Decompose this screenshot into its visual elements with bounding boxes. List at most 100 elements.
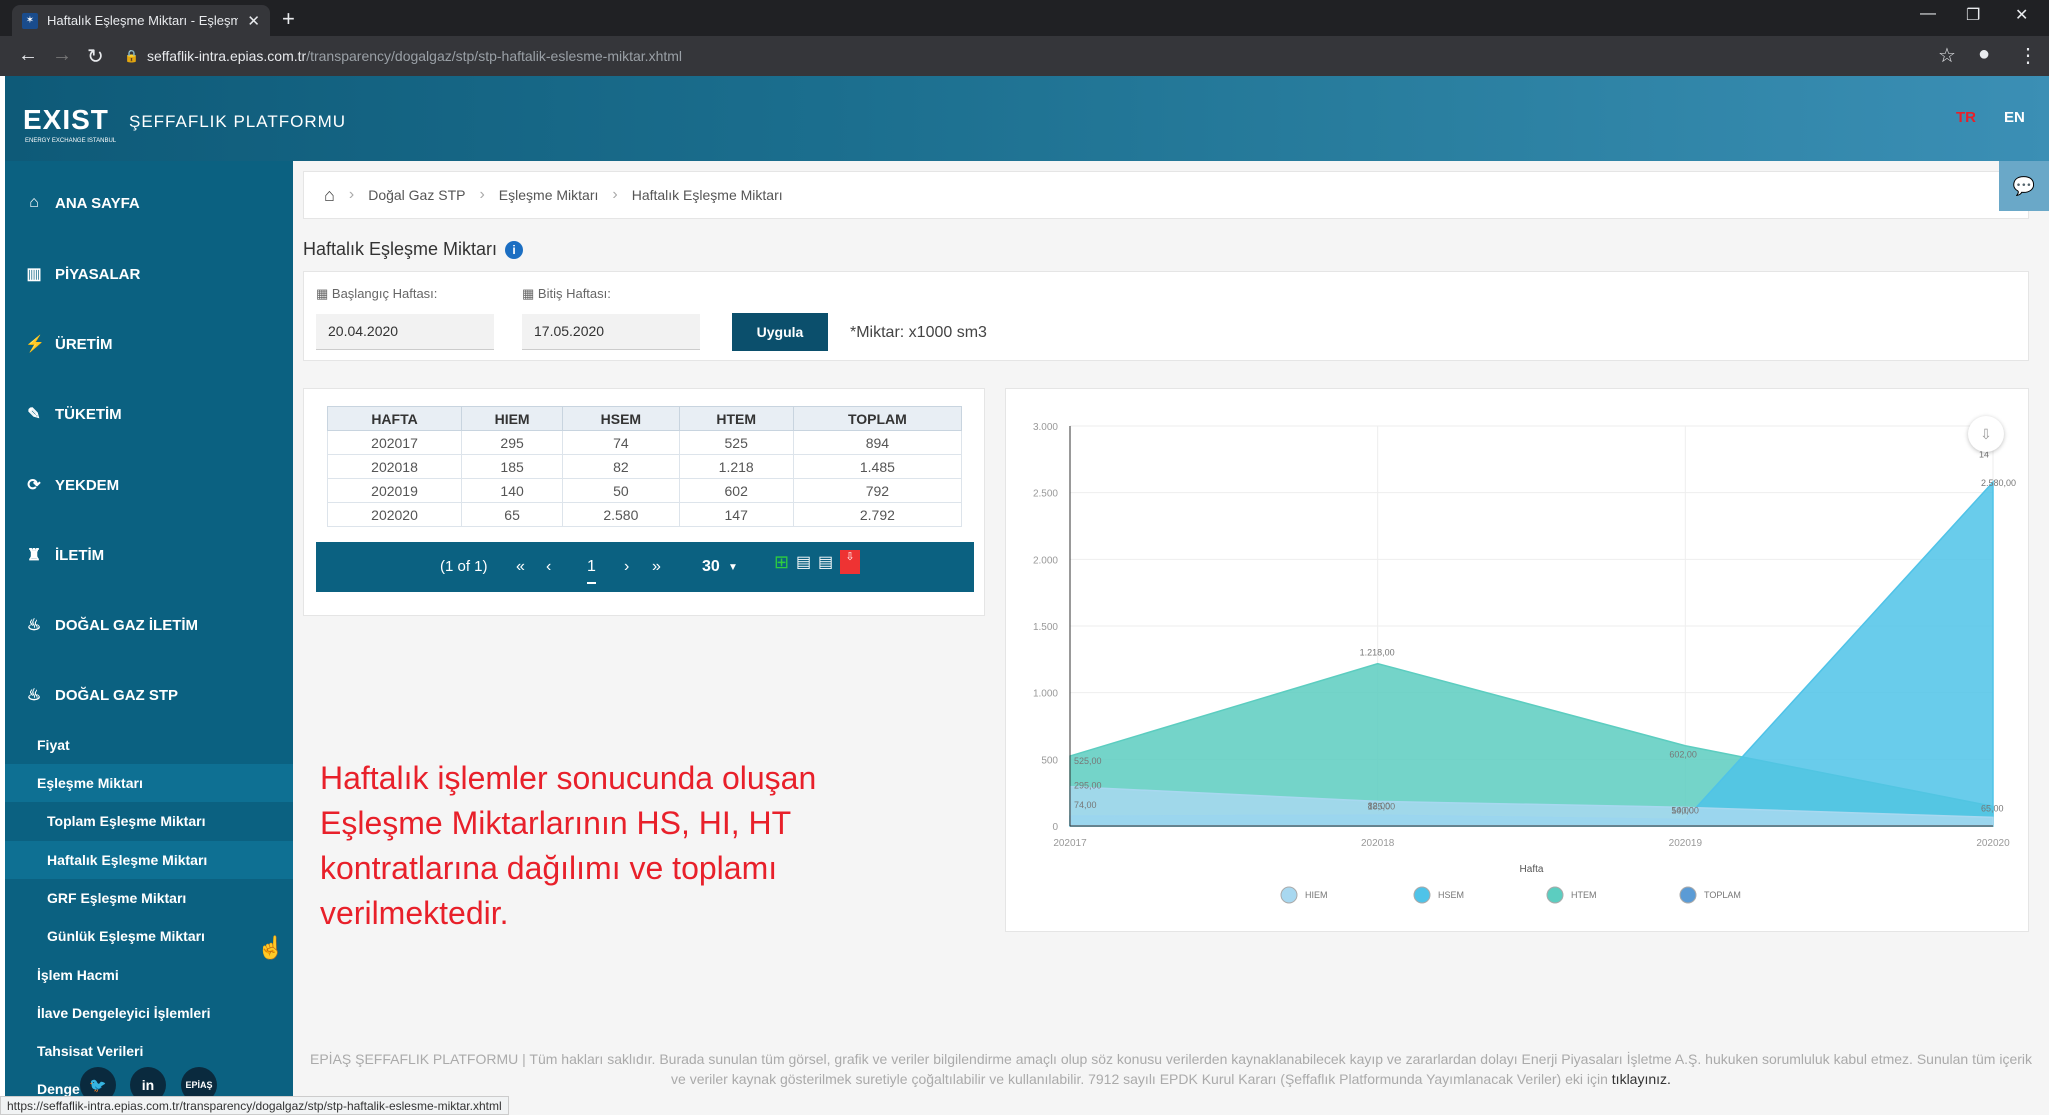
chat-icon[interactable]: 💬 [1999,161,2049,211]
restore-icon[interactable]: ❐ [1966,5,1980,25]
table-cell: 202020 [326,502,463,527]
footer: EPİAŞ ŞEFFAFLIK PLATFORMU | Tüm hakları … [303,1049,2039,1089]
plug-icon: ✎ [27,406,41,423]
sidebar-item-label: YEKDEM [55,476,120,494]
status-url: https://seffaflik-intra.epias.com.tr/tra… [0,1096,509,1115]
sidebar-sub-gunluk-eslesme[interactable]: Günlük Eşleşme Miktarı [5,917,293,955]
y-tick-label: 1.000 [1033,689,1058,700]
bookmark-star-icon[interactable]: ☆ [1938,43,1956,68]
breadcrumb: ⌂ › Doğal Gaz STP › Eşleşme Miktarı › Ha… [303,171,2029,219]
sidebar-item-ana-sayfa[interactable]: ⌂ ANA SAYFA [5,181,293,225]
exist-logo[interactable]: EXIST [23,104,109,136]
column-header[interactable]: HAFTA [326,406,463,431]
download-icon[interactable]: ⇩ [1968,416,2004,452]
home-icon[interactable]: ⌂ [324,185,335,206]
profile-icon[interactable]: ● [1978,43,1990,66]
sidebar-item-label: DOĞAL GAZ İLETİM [55,616,199,634]
sidebar-item-dogal-gaz-stp[interactable]: ♨ DOĞAL GAZ STP [5,673,293,717]
column-header[interactable]: TOPLAM [792,406,963,431]
sidebar-sub-toplam-eslesme[interactable]: Toplam Eşleşme Miktarı [5,802,293,840]
table-row: 202019 140 50 602 792 [326,478,963,503]
column-header[interactable]: HIEM [461,406,564,431]
data-label: 602,00 [1669,750,1697,760]
chevron-right-icon: › [612,186,618,203]
chart-panel: 0 500 1.000 1.500 2.000 2.500 3.000 202017 20201… [1005,388,2029,932]
sidebar-item-iletim[interactable]: ♜ İLETİM [5,533,293,577]
close-window-icon[interactable]: ✕ [2015,5,2028,25]
data-label: 74,00 [1074,800,1097,810]
sidebar-sub-tahsisat[interactable]: Tahsisat Verileri [5,1032,293,1070]
breadcrumb-item[interactable]: Doğal Gaz STP [368,187,465,203]
table-cell: 50 [562,478,680,503]
data-table: HAFTA HIEM HSEM HTEM TOPLAM 202017 295 7… [326,406,963,527]
sidebar-sub-fiyat[interactable]: Fiyat [5,726,293,764]
sidebar-sub-grf-eslesme[interactable]: GRF Eşleşme Miktarı [5,879,293,917]
lang-tr-link[interactable]: TR [1956,109,1976,126]
lang-en-link[interactable]: EN [2004,109,2025,126]
sidebar-item-label: ÜRETİM [55,335,113,353]
y-tick-label: 0 [1052,822,1058,833]
sidebar-sub-islem-hacmi[interactable]: İşlem Hacmi [5,956,293,994]
apply-button[interactable]: Uygula [732,313,828,351]
new-tab-button[interactable]: + [282,6,295,32]
table-cell: 2.580 [562,502,680,527]
sidebar-item-piyasalar[interactable]: ▥ PİYASALAR [5,252,293,296]
footer-link[interactable]: tıklayınız. [1612,1071,1671,1087]
page: EXIST ENERGY EXCHANGE ISTANBUL ŞEFFAFLIK… [0,76,2049,1115]
area-chart: 0 500 1.000 1.500 2.000 2.500 3.000 202017 20201… [1033,422,2016,904]
sidebar-item-dogal-gaz-iletim[interactable]: ♨ DOĞAL GAZ İLETİM [5,603,293,647]
xml-export-icon[interactable]: ▤ [818,552,833,572]
back-icon[interactable]: ← [18,44,38,67]
legend-label: HIEM [1305,890,1328,900]
url-input[interactable]: 🔒 seffaflik-intra.epias.com.tr/transpare… [124,42,1924,70]
table-cell: 140 [461,478,564,503]
sidebar-item-uretim[interactable]: ⚡ ÜRETİM [5,322,293,366]
close-tab-icon[interactable]: ✕ [247,12,260,30]
minimize-icon[interactable]: — [1920,5,1936,23]
forward-icon[interactable]: → [52,44,72,67]
sidebar-sub-eslesme-miktari[interactable]: Eşleşme Miktarı [5,764,293,802]
pdf-export-icon[interactable]: ⇩ [840,550,860,574]
page-number[interactable]: 1 [587,558,596,584]
table-panel: HAFTA HIEM HSEM HTEM TOPLAM 202017 295 7… [303,388,985,616]
home-icon: ⌂ [29,194,39,211]
main-content: ⌂ › Doğal Gaz STP › Eşleşme Miktarı › Ha… [293,161,2049,1115]
page-size-select[interactable]: 30 [702,558,720,576]
sidebar-item-label: İLETİM [55,546,105,564]
table-cell: 82 [562,454,680,479]
page-title: Haftalık Eşleşme Miktarı i [303,239,524,260]
breadcrumb-item: Haftalık Eşleşme Miktarı [631,187,783,203]
filter-panel: ▦ Başlangıç Haftası: ▦ Bitiş Haftası: 20… [303,271,2029,361]
column-header[interactable]: HTEM [678,406,794,431]
table-cell: 295 [461,430,564,455]
csv-export-icon[interactable]: ▤ [796,552,811,572]
sidebar-item-tuketim[interactable]: ✎ TÜKETİM [5,392,293,436]
excel-export-icon[interactable]: ⊞ [774,552,789,573]
chevron-right-icon: › [479,186,485,203]
logo-subtitle: ENERGY EXCHANGE ISTANBUL [25,138,117,144]
column-header[interactable]: HSEM [562,406,680,431]
next-page-icon[interactable]: › [624,558,629,576]
platform-name: ŞEFFAFLIK PLATFORMU [129,112,347,131]
first-page-icon[interactable]: « [516,558,525,576]
table-cell: 894 [792,430,963,455]
last-page-icon[interactable]: » [652,558,661,576]
prev-page-icon[interactable]: ‹ [546,558,551,576]
dropdown-caret-icon[interactable]: ▼ [728,562,738,573]
sidebar-item-yekdem[interactable]: ⟳ YEKDEM [5,463,293,507]
data-label: 525,00 [1074,756,1102,766]
end-week-input[interactable]: 17.05.2020 [522,314,700,350]
browser-tab[interactable]: ✶ Haftalık Eşleşme Miktarı - Eşleşm ✕ [12,5,270,36]
table-cell: 2.792 [792,502,963,527]
breadcrumb-item[interactable]: Eşleşme Miktarı [499,187,599,203]
info-icon[interactable]: i [505,240,524,259]
table-cell: 65 [461,502,564,527]
sidebar-sub-ilave-dengeleyici[interactable]: İlave Dengeleyici İşlemleri [5,994,293,1032]
reload-icon[interactable]: ↻ [87,44,104,69]
sidebar-sub-haftalik-eslesme[interactable]: Haftalık Eşleşme Miktarı [5,841,293,879]
table-cell: 185 [461,454,564,479]
legend-label: TOPLAM [1704,890,1741,900]
menu-kebab-icon[interactable]: ⋮ [2018,43,2038,68]
start-week-input[interactable]: 20.04.2020 [316,314,494,350]
y-tick-label: 2.000 [1033,555,1058,566]
